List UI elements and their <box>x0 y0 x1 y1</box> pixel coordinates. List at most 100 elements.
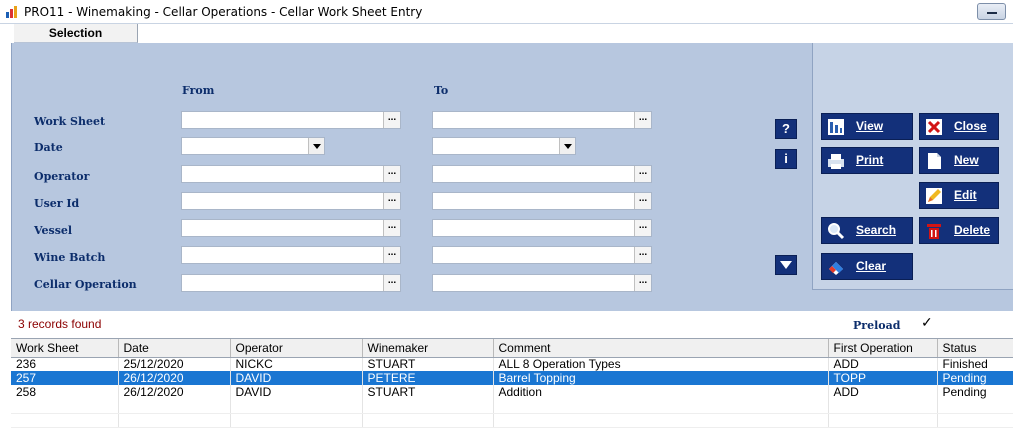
user-id-from-lookup-button[interactable]: ... <box>383 193 400 209</box>
eraser-icon <box>829 262 843 275</box>
trash-icon <box>927 224 941 239</box>
pencil-icon <box>926 188 942 204</box>
cell-status: Finished <box>937 357 1013 371</box>
cell-date: 26/12/2020 <box>118 371 231 385</box>
cellar-operation-from-input[interactable]: ... <box>181 274 401 292</box>
operator-to-lookup-button[interactable]: ... <box>634 166 651 182</box>
table-row[interactable]: 258 26/12/2020 DAVID STUART Addition ADD… <box>11 385 1013 399</box>
user-id-to-lookup-button[interactable]: ... <box>634 193 651 209</box>
cell-work-sheet: 258 <box>11 385 119 399</box>
work-sheet-from-lookup-button[interactable]: ... <box>383 112 400 128</box>
user-id-from-input[interactable]: ... <box>181 192 401 210</box>
cellar-operation-to-input[interactable]: ... <box>432 274 652 292</box>
table-row-empty <box>11 413 1013 428</box>
cellar-operation-label: Cellar Operation <box>34 278 137 291</box>
wine-batch-to-lookup-button[interactable]: ... <box>634 247 651 263</box>
table-row-empty <box>11 399 1013 414</box>
date-label: Date <box>34 141 63 154</box>
column-header-date[interactable]: Date <box>118 339 231 358</box>
cell-date: 25/12/2020 <box>118 357 231 371</box>
chevron-down-icon[interactable] <box>559 138 575 154</box>
expand-button[interactable] <box>775 255 797 275</box>
info-button[interactable]: i <box>775 149 797 169</box>
triangle-down-icon <box>780 261 792 269</box>
work-sheet-to-lookup-button[interactable]: ... <box>634 112 651 128</box>
minimize-button[interactable] <box>977 3 1006 20</box>
user-id-label: User Id <box>34 197 80 210</box>
cell-comment: Barrel Topping <box>493 371 829 385</box>
window-title: PRO11 - Winemaking - Cellar Operations -… <box>24 5 423 19</box>
vessel-label: Vessel <box>34 224 73 237</box>
help-icon: ? <box>782 121 790 136</box>
app-icon <box>6 6 17 18</box>
cell-comment: ALL 8 Operation Types <box>493 357 829 371</box>
operator-label: Operator <box>34 170 90 183</box>
tab-bar: Selection <box>0 24 1013 43</box>
cell-first-operation: TOPP <box>828 371 938 385</box>
table-row[interactable]: 236 25/12/2020 NICKC STUART ALL 8 Operat… <box>11 357 1013 371</box>
operator-from-lookup-button[interactable]: ... <box>383 166 400 182</box>
work-sheet-to-input[interactable]: ... <box>432 111 652 129</box>
close-icon <box>926 119 942 135</box>
view-icon <box>828 119 844 135</box>
date-from-select[interactable] <box>181 137 325 155</box>
vessel-to-lookup-button[interactable]: ... <box>634 220 651 236</box>
edit-button[interactable]: Edit <box>919 182 999 209</box>
delete-button[interactable]: Delete <box>919 217 999 244</box>
preload-checkbox[interactable]: ✓ <box>921 314 933 331</box>
wine-batch-from-lookup-button[interactable]: ... <box>383 247 400 263</box>
selection-panel: From To Work Sheet ... ... Date Operator… <box>11 43 1013 311</box>
wine-batch-label: Wine Batch <box>34 251 106 264</box>
to-heading: To <box>434 84 449 97</box>
cell-first-operation: ADD <box>828 385 938 399</box>
cellar-operation-from-lookup-button[interactable]: ... <box>383 275 400 291</box>
cell-winemaker: STUART <box>362 357 494 371</box>
cell-comment: Addition <box>493 385 829 399</box>
operator-from-input[interactable]: ... <box>181 165 401 183</box>
cell-operator: DAVID <box>230 385 363 399</box>
date-to-select[interactable] <box>432 137 576 155</box>
from-heading: From <box>182 84 215 97</box>
cell-status: Pending <box>937 371 1013 385</box>
column-header-work-sheet[interactable]: Work Sheet <box>11 339 119 358</box>
column-header-winemaker[interactable]: Winemaker <box>362 339 494 358</box>
clear-button[interactable]: Clear <box>821 253 913 280</box>
cell-winemaker: PETERE <box>362 371 494 385</box>
view-button[interactable]: View <box>821 113 913 140</box>
column-header-operator[interactable]: Operator <box>230 339 363 358</box>
new-document-icon <box>928 153 941 169</box>
table-row-selected[interactable]: 257 26/12/2020 DAVID PETERE Barrel Toppi… <box>11 371 1013 385</box>
grid-header-row: Work Sheet Date Operator Winemaker Comme… <box>11 339 1013 358</box>
preload-label: Preload <box>853 319 901 332</box>
chevron-down-icon[interactable] <box>308 138 324 154</box>
title-bar: PRO11 - Winemaking - Cellar Operations -… <box>0 0 1013 24</box>
cell-work-sheet: 236 <box>11 357 119 371</box>
cell-operator: NICKC <box>230 357 363 371</box>
new-button[interactable]: New <box>919 147 999 174</box>
wine-batch-from-input[interactable]: ... <box>181 246 401 264</box>
wine-batch-to-input[interactable]: ... <box>432 246 652 264</box>
vessel-to-input[interactable]: ... <box>432 219 652 237</box>
print-button[interactable]: Print <box>821 147 913 174</box>
tab-selection[interactable]: Selection <box>14 24 138 43</box>
column-header-comment[interactable]: Comment <box>493 339 829 358</box>
cell-first-operation: ADD <box>828 357 938 371</box>
cellar-operation-to-lookup-button[interactable]: ... <box>634 275 651 291</box>
work-sheet-from-input[interactable]: ... <box>181 111 401 129</box>
vessel-from-lookup-button[interactable]: ... <box>383 220 400 236</box>
results-grid: Work Sheet Date Operator Winemaker Comme… <box>11 338 1013 432</box>
column-header-first-operation[interactable]: First Operation <box>828 339 938 358</box>
help-button[interactable]: ? <box>775 119 797 139</box>
cell-date: 26/12/2020 <box>118 385 231 399</box>
vessel-from-input[interactable]: ... <box>181 219 401 237</box>
printer-icon <box>828 154 844 169</box>
search-button[interactable]: Search <box>821 217 913 244</box>
close-button[interactable]: Close <box>919 113 999 140</box>
info-icon: i <box>784 151 788 166</box>
records-found-status: 3 records found <box>18 317 102 331</box>
operator-to-input[interactable]: ... <box>432 165 652 183</box>
column-header-status[interactable]: Status <box>937 339 1013 358</box>
search-icon <box>828 223 845 240</box>
user-id-to-input[interactable]: ... <box>432 192 652 210</box>
work-sheet-label: Work Sheet <box>34 115 106 128</box>
